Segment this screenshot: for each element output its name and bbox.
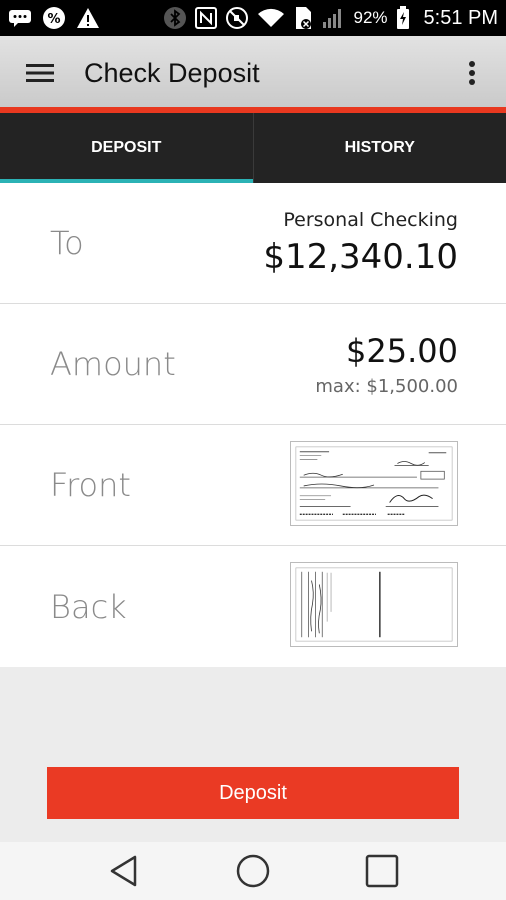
warning-icon [76,7,100,29]
account-balance: $12,340.10 [263,237,458,277]
page-title: Check Deposit [84,57,260,88]
app-bar: Check Deposit [0,36,506,110]
front-row[interactable]: Front [0,425,506,546]
tab-bar: DEPOSIT HISTORY [0,113,506,183]
nfc-icon [195,7,218,29]
clock-time: 5:51 PM [423,6,498,29]
battery-percent: 92% [353,8,388,27]
account-name: Personal Checking [283,209,458,231]
bluetooth-icon [163,6,187,30]
back-label: Back [50,587,127,626]
check-back-image[interactable] [290,562,458,647]
home-icon[interactable] [223,846,283,896]
to-account-row[interactable]: To Personal Checking $12,340.10 [0,183,506,304]
tab-history[interactable]: HISTORY [252,113,506,183]
wifi-icon [257,7,285,29]
system-nav-bar [0,842,506,900]
recents-icon[interactable] [352,846,412,896]
check-front-image[interactable] [290,440,458,526]
amount-row[interactable]: Amount $25.00 max: $1,500.00 [0,304,506,425]
battery-icon [396,6,410,30]
deposit-form: To Personal Checking $12,340.10 Amount $… [0,183,506,667]
deposit-button[interactable]: Deposit [47,767,459,819]
percent-icon: % [42,6,66,30]
svg-text:%: % [47,12,60,27]
messages-icon [8,8,32,28]
amount-value: $25.00 [346,331,458,370]
status-bar: % 92% 5:51 PM [0,0,506,36]
tab-deposit[interactable]: DEPOSIT [0,113,253,183]
mute-icon [225,6,249,30]
sim-icon [293,6,313,30]
to-label: To [50,224,84,262]
front-label: Front [50,466,131,504]
signal-icon [321,6,345,30]
hamburger-menu-icon[interactable] [12,45,68,101]
back-icon[interactable] [94,846,154,896]
back-row[interactable]: Back [0,546,506,667]
amount-label: Amount [50,345,176,383]
more-vert-icon[interactable] [448,45,496,101]
amount-max: max: $1,500.00 [315,375,458,397]
